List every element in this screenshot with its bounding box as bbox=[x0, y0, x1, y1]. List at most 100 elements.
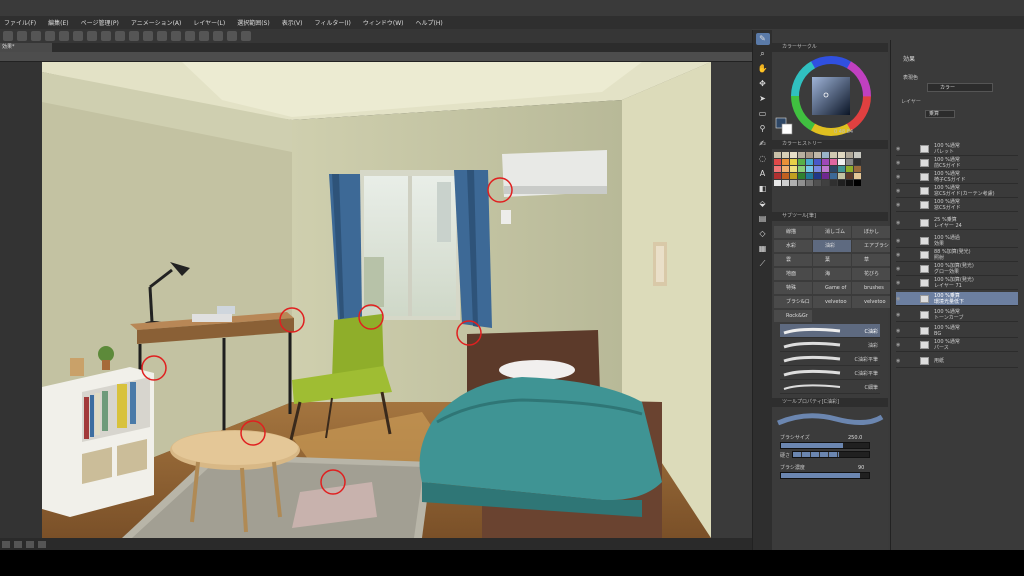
zoom-in-icon[interactable] bbox=[26, 540, 34, 548]
eye-icon[interactable]: ◉ bbox=[896, 238, 902, 244]
airbrush-icon[interactable]: ◌ bbox=[756, 153, 770, 165]
brush-group-item[interactable]: Game of bbox=[813, 282, 851, 294]
blend-mode-select[interactable]: 乗算 bbox=[925, 110, 955, 118]
brush-group-item[interactable]: 水彩 bbox=[774, 240, 812, 252]
eye-icon[interactable]: ◉ bbox=[896, 160, 902, 166]
save-icon[interactable] bbox=[31, 31, 41, 41]
brush-group-item[interactable]: ぼかし bbox=[852, 226, 890, 238]
eye-icon[interactable]: ◉ bbox=[896, 328, 902, 334]
brush-group-item[interactable]: ブラシ&ロ bbox=[774, 296, 812, 308]
eye-icon[interactable]: ◉ bbox=[896, 146, 902, 152]
menu-filter[interactable]: フィルター(I) bbox=[315, 18, 351, 27]
illustration-canvas[interactable] bbox=[42, 62, 711, 538]
eye-icon[interactable]: ◉ bbox=[896, 174, 902, 180]
menu-layer[interactable]: レイヤー(L) bbox=[193, 18, 225, 27]
zoom-icon[interactable]: ⌕ bbox=[756, 48, 770, 60]
rotate-icon[interactable] bbox=[38, 540, 46, 548]
snap-ruler-icon[interactable] bbox=[199, 31, 209, 41]
fill-icon[interactable]: ⬙ bbox=[756, 198, 770, 210]
brush-group-item[interactable]: 消しゴム bbox=[813, 226, 851, 238]
transform-icon[interactable] bbox=[101, 31, 111, 41]
snap-point-icon[interactable] bbox=[227, 31, 237, 41]
brush-group-item[interactable]: velvetoo bbox=[813, 296, 851, 308]
eye-icon[interactable]: ◉ bbox=[896, 280, 902, 286]
brush-stroke-item[interactable]: C油彩平筆 bbox=[780, 352, 880, 366]
zoom-out-icon[interactable] bbox=[14, 540, 22, 548]
menu-view[interactable]: 表示(V) bbox=[282, 18, 303, 27]
brush-group-item[interactable]: 海 bbox=[813, 268, 851, 280]
ruler-icon[interactable]: ⟋ bbox=[756, 258, 770, 270]
color-wheel[interactable] bbox=[772, 52, 888, 140]
clear-icon[interactable] bbox=[73, 31, 83, 41]
move-icon[interactable]: ✥ bbox=[756, 78, 770, 90]
display-color-select[interactable]: カラー bbox=[927, 83, 993, 92]
snap-grid-icon[interactable] bbox=[213, 31, 223, 41]
shrink-icon[interactable] bbox=[171, 31, 181, 41]
eye-icon[interactable]: ◉ bbox=[896, 266, 902, 272]
hardness-slider[interactable] bbox=[792, 451, 870, 458]
layer-row[interactable]: ◉ 100 %通常 パース bbox=[896, 338, 1018, 352]
eye-icon[interactable]: ◉ bbox=[896, 342, 902, 348]
eye-icon[interactable]: ◉ bbox=[896, 252, 902, 258]
brush-group-item[interactable]: エアブラシ bbox=[852, 240, 890, 252]
fill-icon[interactable] bbox=[87, 31, 97, 41]
brush-group-item[interactable]: 雲 bbox=[774, 254, 812, 266]
brush-group-item[interactable]: 草 bbox=[852, 254, 890, 266]
eye-icon[interactable]: ◉ bbox=[896, 296, 902, 302]
brush-size-slider[interactable] bbox=[780, 442, 870, 449]
pen-icon[interactable]: ✎ bbox=[755, 33, 770, 45]
layer-row[interactable]: ◉ 100 %加算(発光) レイヤー 71 bbox=[896, 276, 1018, 290]
menu-edit[interactable]: 編集(E) bbox=[48, 18, 68, 27]
menu-page[interactable]: ページ管理(P) bbox=[81, 18, 119, 27]
layer-row[interactable]: ◉ 25 %乗算 レイヤー 24 bbox=[896, 216, 1018, 230]
brush-icon[interactable]: ✍ bbox=[756, 138, 770, 150]
brush-stroke-item[interactable]: C細筆 bbox=[780, 380, 880, 394]
eye-icon[interactable]: ◉ bbox=[896, 188, 902, 194]
document-tab[interactable]: 効果* bbox=[0, 43, 52, 52]
eye-icon[interactable]: ◉ bbox=[896, 202, 902, 208]
layer-row[interactable]: ◉ 100 %通過 効果 bbox=[896, 234, 1018, 248]
eye-icon[interactable]: ◉ bbox=[896, 312, 902, 318]
crop-icon[interactable] bbox=[129, 31, 139, 41]
selection-icon[interactable]: ▭ bbox=[756, 108, 770, 120]
brush-group-item[interactable]: 地面 bbox=[774, 268, 812, 280]
reference-icon[interactable] bbox=[241, 31, 251, 41]
zoom-field[interactable] bbox=[2, 540, 10, 548]
gradient-icon[interactable]: ▤ bbox=[756, 213, 770, 225]
brush-group-item[interactable]: brushes bbox=[852, 282, 890, 294]
menu-animation[interactable]: アニメーション(A) bbox=[131, 18, 182, 27]
eye-icon[interactable]: ◉ bbox=[896, 358, 902, 364]
menu-window[interactable]: ウィンドウ(W) bbox=[363, 18, 404, 27]
brush-group-item[interactable]: 葉 bbox=[813, 254, 851, 266]
expand-icon[interactable] bbox=[157, 31, 167, 41]
layer-row-selected[interactable]: ◉ 100 %乗算 環境光量低下 bbox=[896, 292, 1018, 306]
redo-icon[interactable] bbox=[59, 31, 69, 41]
open-icon[interactable] bbox=[17, 31, 27, 41]
deselect-icon[interactable] bbox=[115, 31, 125, 41]
layer-row[interactable]: ◉ 100 %通常 BG bbox=[896, 324, 1018, 338]
figure-icon[interactable]: ◇ bbox=[756, 228, 770, 240]
color-swatch-grid[interactable] bbox=[774, 152, 886, 210]
brush-group-item[interactable]: Rock&Gr bbox=[774, 310, 812, 322]
brush-group-item[interactable]: velvetoo bbox=[852, 296, 890, 308]
layer-row[interactable]: ◉ 100 %通常 パレット bbox=[896, 142, 1018, 156]
brush-group-item[interactable]: 花びら bbox=[852, 268, 890, 280]
brush-stroke-item[interactable]: 油彩 bbox=[780, 338, 880, 352]
density-slider[interactable] bbox=[780, 472, 870, 479]
menu-help[interactable]: ヘルプ(H) bbox=[415, 18, 442, 27]
layer-row[interactable]: ◉ 100 %加算(発光) グロー効果 bbox=[896, 262, 1018, 276]
new-icon[interactable] bbox=[3, 31, 13, 41]
brush-stroke-item-selected[interactable]: C油彩 bbox=[780, 324, 880, 338]
hand-icon[interactable]: ✋ bbox=[756, 63, 770, 75]
brush-group-item[interactable]: 線描 bbox=[774, 226, 812, 238]
brush-group-item-selected[interactable]: 油彩 bbox=[813, 240, 851, 252]
frame-icon[interactable]: ▦ bbox=[756, 243, 770, 255]
layer-row[interactable]: ◉ 100 %通常 窓CSガイド bbox=[896, 198, 1018, 212]
brush-stroke-item[interactable]: C油彩平筆 bbox=[780, 366, 880, 380]
menu-selection[interactable]: 選択範囲(S) bbox=[237, 18, 270, 27]
operation-icon[interactable]: ➤ bbox=[756, 93, 770, 105]
layer-row[interactable]: ◉ 100 %通常 窓CSガイド(カーテン考慮) bbox=[896, 184, 1018, 198]
brush-group-item[interactable]: 特殊 bbox=[774, 282, 812, 294]
invert-icon[interactable] bbox=[143, 31, 153, 41]
layer-row[interactable]: ◉ 100 %通常 椅子CSガイド bbox=[896, 170, 1018, 184]
